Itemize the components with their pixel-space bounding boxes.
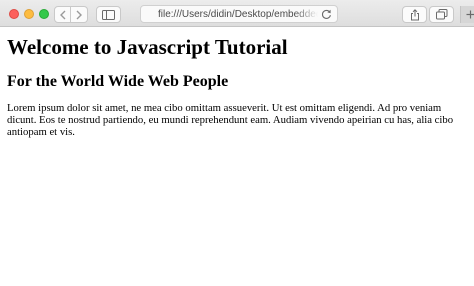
plus-icon bbox=[466, 10, 474, 19]
close-window-button[interactable] bbox=[9, 9, 19, 19]
share-button[interactable] bbox=[402, 6, 427, 23]
minimize-window-button[interactable] bbox=[24, 9, 34, 19]
address-bar[interactable]: file:///Users/didin/Desktop/embedded-fo bbox=[140, 5, 338, 23]
maximize-window-button[interactable] bbox=[39, 9, 49, 19]
page-content: Welcome to Javascript Tutorial For the W… bbox=[0, 27, 474, 286]
new-tab-button[interactable] bbox=[460, 6, 474, 23]
sidebar-button[interactable] bbox=[96, 6, 121, 23]
back-button[interactable] bbox=[54, 6, 71, 23]
page-heading: Welcome to Javascript Tutorial bbox=[7, 35, 288, 59]
tabs-overview-icon bbox=[435, 9, 447, 20]
page-subheading: For the World Wide Web People bbox=[7, 73, 229, 90]
browser-toolbar: file:///Users/didin/Desktop/embedded-fo bbox=[0, 0, 474, 27]
browser-window: file:///Users/didin/Desktop/embedded-fo bbox=[0, 0, 474, 286]
address-bar-url[interactable]: file:///Users/didin/Desktop/embedded-fo bbox=[158, 9, 318, 20]
forward-button[interactable] bbox=[71, 6, 88, 23]
reload-icon[interactable] bbox=[321, 9, 332, 20]
body-paragraph: Lorem ipsum dolor sit amet, ne mea cibo … bbox=[7, 102, 454, 138]
tabs-overview-button[interactable] bbox=[429, 6, 454, 23]
share-icon bbox=[410, 8, 419, 20]
sidebar-icon bbox=[102, 9, 115, 20]
chevron-left-icon bbox=[59, 10, 65, 19]
chevron-right-icon bbox=[76, 10, 82, 19]
